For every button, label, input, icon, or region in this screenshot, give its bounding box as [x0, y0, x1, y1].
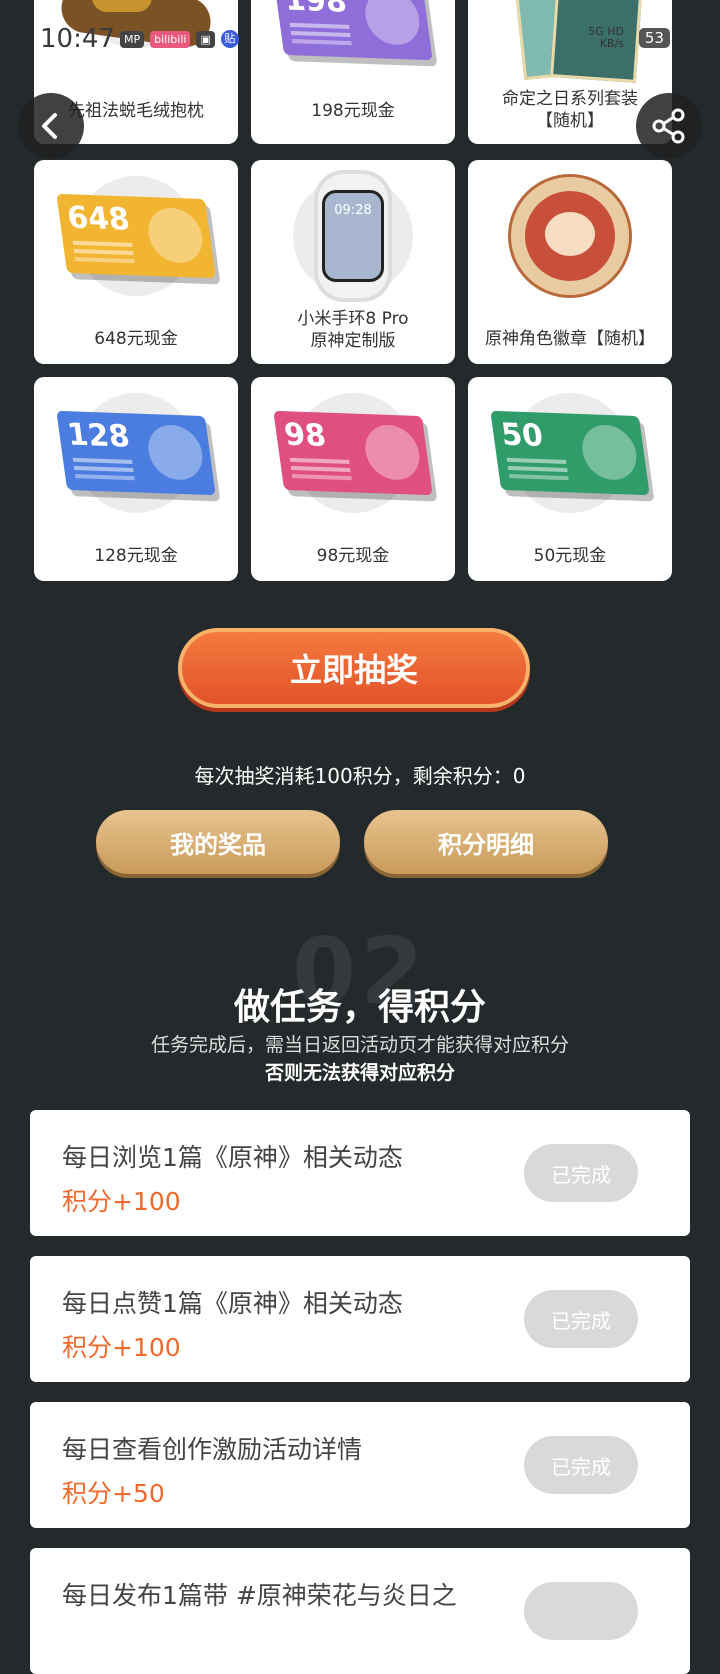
- prize-card-band[interactable]: 09:28 小米手环8 Pro 原神定制版: [251, 160, 455, 364]
- section-note: 任务完成后，需当日返回活动页才能获得对应积分: [150, 1034, 569, 1056]
- task-item: 每日浏览1篇《原神》相关动态 积分+100 已完成: [30, 1110, 690, 1236]
- task-name: 每日查看创作激励活动详情: [62, 1435, 363, 1464]
- battery-indicator: 53: [638, 28, 670, 48]
- task-status-button[interactable]: 已完成: [524, 1436, 638, 1494]
- task-status-button[interactable]: 已完成: [524, 1290, 638, 1348]
- prize-label: 原神角色徽章【随机】: [485, 329, 655, 349]
- cash-ticket-image: 50: [490, 410, 650, 496]
- cash-ticket-image: 98: [273, 410, 433, 496]
- task-name: 每日发布1篇带 #原神荣花与炎日之: [62, 1581, 457, 1610]
- task-item: 每日查看创作激励活动详情 积分+50 已完成: [30, 1402, 690, 1528]
- task-points: 积分+50: [62, 1479, 165, 1508]
- section-warning: 否则无法获得对应积分: [264, 1062, 455, 1084]
- cash-ticket-image: 648: [56, 193, 216, 279]
- mp-badge: MP: [120, 30, 145, 48]
- task-status-button[interactable]: [524, 1582, 638, 1640]
- task-name: 每日浏览1篇《原神》相关动态: [62, 1143, 403, 1172]
- bilibili-icon: bilibili: [150, 30, 191, 48]
- network-indicator: 5G HD KB/s: [588, 25, 624, 50]
- prize-card-128[interactable]: 128 128元现金: [34, 377, 238, 581]
- section-title: 做任务，得积分: [233, 986, 486, 1028]
- prize-label: 50元现金: [533, 546, 607, 566]
- prize-label: 128元现金: [94, 546, 178, 566]
- chevron-left-icon: [42, 113, 57, 139]
- status-bar: 10:47 MP bilibili ▣ 贴 5G HD KB/s 53: [40, 22, 680, 58]
- character-badge-image: [468, 168, 672, 304]
- task-item: 每日点赞1篇《原神》相关动态 积分+100 已完成: [30, 1256, 690, 1382]
- task-status-button[interactable]: 已完成: [524, 1144, 638, 1202]
- clock: 10:47: [40, 24, 115, 54]
- prize-label: 648元现金: [94, 329, 178, 349]
- task-name: 每日点赞1篇《原神》相关动态: [62, 1289, 403, 1318]
- my-prizes-button[interactable]: 我的奖品: [96, 810, 340, 874]
- prize-card-98[interactable]: 98 98元现金: [251, 377, 455, 581]
- points-detail-button[interactable]: 积分明细: [364, 810, 608, 874]
- notification-icons: MP bilibili ▣ 贴: [120, 30, 239, 48]
- prize-label: 小米手环8 Pro 原神定制版: [297, 309, 409, 351]
- prize-card-648[interactable]: 648 648元现金: [34, 160, 238, 364]
- prize-label: 98元现金: [316, 546, 390, 566]
- smart-band-image: 09:28: [251, 168, 455, 304]
- cash-ticket-image: 128: [56, 410, 216, 496]
- share-icon: [652, 108, 685, 144]
- task-points: 积分+100: [62, 1187, 181, 1216]
- draw-now-button[interactable]: 立即抽奖: [178, 628, 530, 708]
- tieba-icon: 贴: [220, 30, 239, 48]
- prize-card-badge[interactable]: 原神角色徽章【随机】: [468, 160, 672, 364]
- back-button[interactable]: [18, 93, 84, 159]
- task-item: 每日发布1篇带 #原神荣花与炎日之: [30, 1548, 690, 1674]
- prize-label: 198元现金: [311, 101, 395, 121]
- task-points: 积分+100: [62, 1333, 181, 1362]
- prize-card-50[interactable]: 50 50元现金: [468, 377, 672, 581]
- points-cost-text: 每次抽奖消耗100积分，剩余积分：0: [194, 764, 526, 788]
- app-icon: ▣: [196, 30, 215, 48]
- share-button[interactable]: [636, 93, 702, 159]
